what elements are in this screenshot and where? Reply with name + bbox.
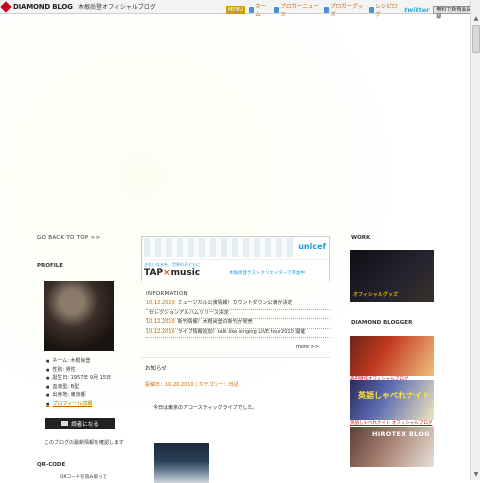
info-text: ライブ情報追加！talk like singing LIVE tour2010 … [177,328,306,335]
profile-detail-link[interactable]: プロフィール詳細 [46,400,111,409]
information-more-link[interactable]: more >> [296,344,319,350]
blogger-item[interactable]: HIROTEX BLOG [350,427,434,467]
banner-title: TAP×music [144,268,200,278]
information-heading: INFORMATION [146,291,188,297]
profile-list: ネーム: 木根尚登 性別: 男性 誕生日: 1957年 9月 15日 血液型: … [46,357,111,408]
post-meta[interactable]: 投稿日：10.20.2010 | カテゴリー：日記 [145,381,239,388]
logo-text: DIAMOND BLOG [13,3,73,11]
scrollbar[interactable]: ▲ ▼ [470,0,480,480]
blogger-photo [350,336,434,376]
nav-home-label: ホーム [255,4,267,18]
post-title[interactable]: お知らせ [145,364,167,372]
info-item[interactable]: 10.12.2010 ミュージカル公演情報！カウントダウン公演が決定 [146,300,330,310]
diamond-blogger-heading: DIAMOND BLOGGER [351,320,413,326]
blog-post: お知らせ 投稿日：10.20.2010 | カテゴリー：日記 今日は東京のアコー… [141,357,330,483]
info-date: 10.12.2010 [146,328,175,335]
news-icon [273,7,280,13]
blogger-photo: 英語しゃべれナイト [350,380,434,420]
post-body: 今日は東京のアコースティックライブでした。 [153,405,258,411]
diamond-blog-logo[interactable]: DIAMOND BLOG [0,1,73,13]
banner-strip: きれいな水を、世界の子どもに TAP×music 木根尚登ゲストクリエイターで参… [142,259,329,281]
blogger-photo-overlay: 英語しゃべれナイト [358,391,430,400]
profile-birthday: 誕生日: 1957年 9月 15日 [46,374,111,383]
work-image[interactable]: オフィシャルグッズ [350,250,434,302]
tap-music-banner[interactable]: unicef きれいな水を、世界の子どもに TAP×music 木根尚登ゲストク… [141,236,330,281]
nav-goods-label: ブロガーグッズ [330,4,364,18]
recipe-icon [368,7,375,13]
banner-subtitle: 木根尚登ゲストクリエイターで参加中 [229,271,306,276]
reader-description: このブログの最新情報を確認します [44,440,125,446]
banner-title-x: × [163,268,171,278]
info-item[interactable]: セレクションアルバムリリース決定 [146,309,330,319]
unicef-logo: unicef [298,242,326,251]
info-date: 10.12.2010 [146,319,175,325]
scroll-up-arrow-icon[interactable]: ▲ [472,15,480,23]
top-nav: MENU ホーム ブロガーニュース ブロガーグッズ レシピログ twitter … [226,2,480,20]
info-item[interactable]: 10.12.2010 ライブ情報追加！talk like singing LIVE… [146,328,330,338]
become-reader-button[interactable]: 読者になる [45,418,115,429]
qr-code-caption: QRコードを読み取って [60,475,107,480]
work-heading: WORK [351,235,371,241]
info-text: セレクションアルバムリリース決定 [149,309,229,316]
profile-gender: 性別: 男性 [46,366,111,375]
info-text: 新刊情報！木根尚登の新刊が発売 [177,319,253,325]
top-bar: DIAMOND BLOG 木根尚登オフィシャルブログ MENU ホーム ブロガー… [0,0,480,20]
info-date: 10.12.2010 [146,300,175,306]
scroll-down-arrow-icon[interactable]: ▼ [472,471,480,479]
goods-icon [323,7,330,13]
home-icon [248,7,255,13]
menu-button[interactable]: MENU [226,6,245,14]
glasses-graphic [144,238,294,257]
blogger-photo: HIROTEX BLOG [350,427,434,467]
reader-icon [61,421,69,426]
blogger-item[interactable]: 英語しゃべれナイト 英語しゃべれナイト オフィシャルブログ [350,380,434,427]
profile-heading: PROFILE [37,263,64,269]
nav-goods[interactable]: ブロガーグッズ [323,2,365,18]
profile-name: ネーム: 木根尚登 [46,357,111,366]
information-list: 10.12.2010 ミュージカル公演情報！カウントダウン公演が決定 セレクション… [146,300,330,338]
blogger-item[interactable]: 森田健作オフィシャルブログ [350,336,434,383]
qr-code-heading: QR-CODE [37,462,66,468]
twitter-link[interactable]: twitter [404,6,429,14]
become-reader-label: 読者になる [71,421,99,428]
banner-title-music: music [170,268,201,278]
nav-recipe-label: レシピログ [375,4,398,18]
nav-news-label: ブロガーニュース [280,4,319,18]
work-caption: オフィシャルグッズ [353,292,398,298]
profile-blood-type: 血液型: B型 [46,383,111,392]
post-photo[interactable] [154,443,209,483]
nav-recipe[interactable]: レシピログ [368,2,400,18]
nav-home[interactable]: ホーム [248,2,270,18]
profile-photo [44,281,114,351]
info-text: ミュージカル公演情報！カウントダウン公演が決定 [177,300,293,306]
info-item[interactable]: 10.12.2010 新刊情報！木根尚登の新刊が発売 [146,319,330,329]
site-name[interactable]: 木根尚登オフィシャルブログ [78,2,156,11]
diamond-icon [0,1,12,13]
nav-news[interactable]: ブロガーニュース [273,2,320,18]
go-back-to-top-link[interactable]: GO BACK TO TOP >> [37,235,100,241]
scroll-thumb[interactable] [472,25,480,53]
banner-title-tap: TAP [144,268,164,278]
blogger-photo-overlay: HIROTEX BLOG [372,430,430,438]
profile-birthplace: 出身地: 東京都 [46,391,111,400]
